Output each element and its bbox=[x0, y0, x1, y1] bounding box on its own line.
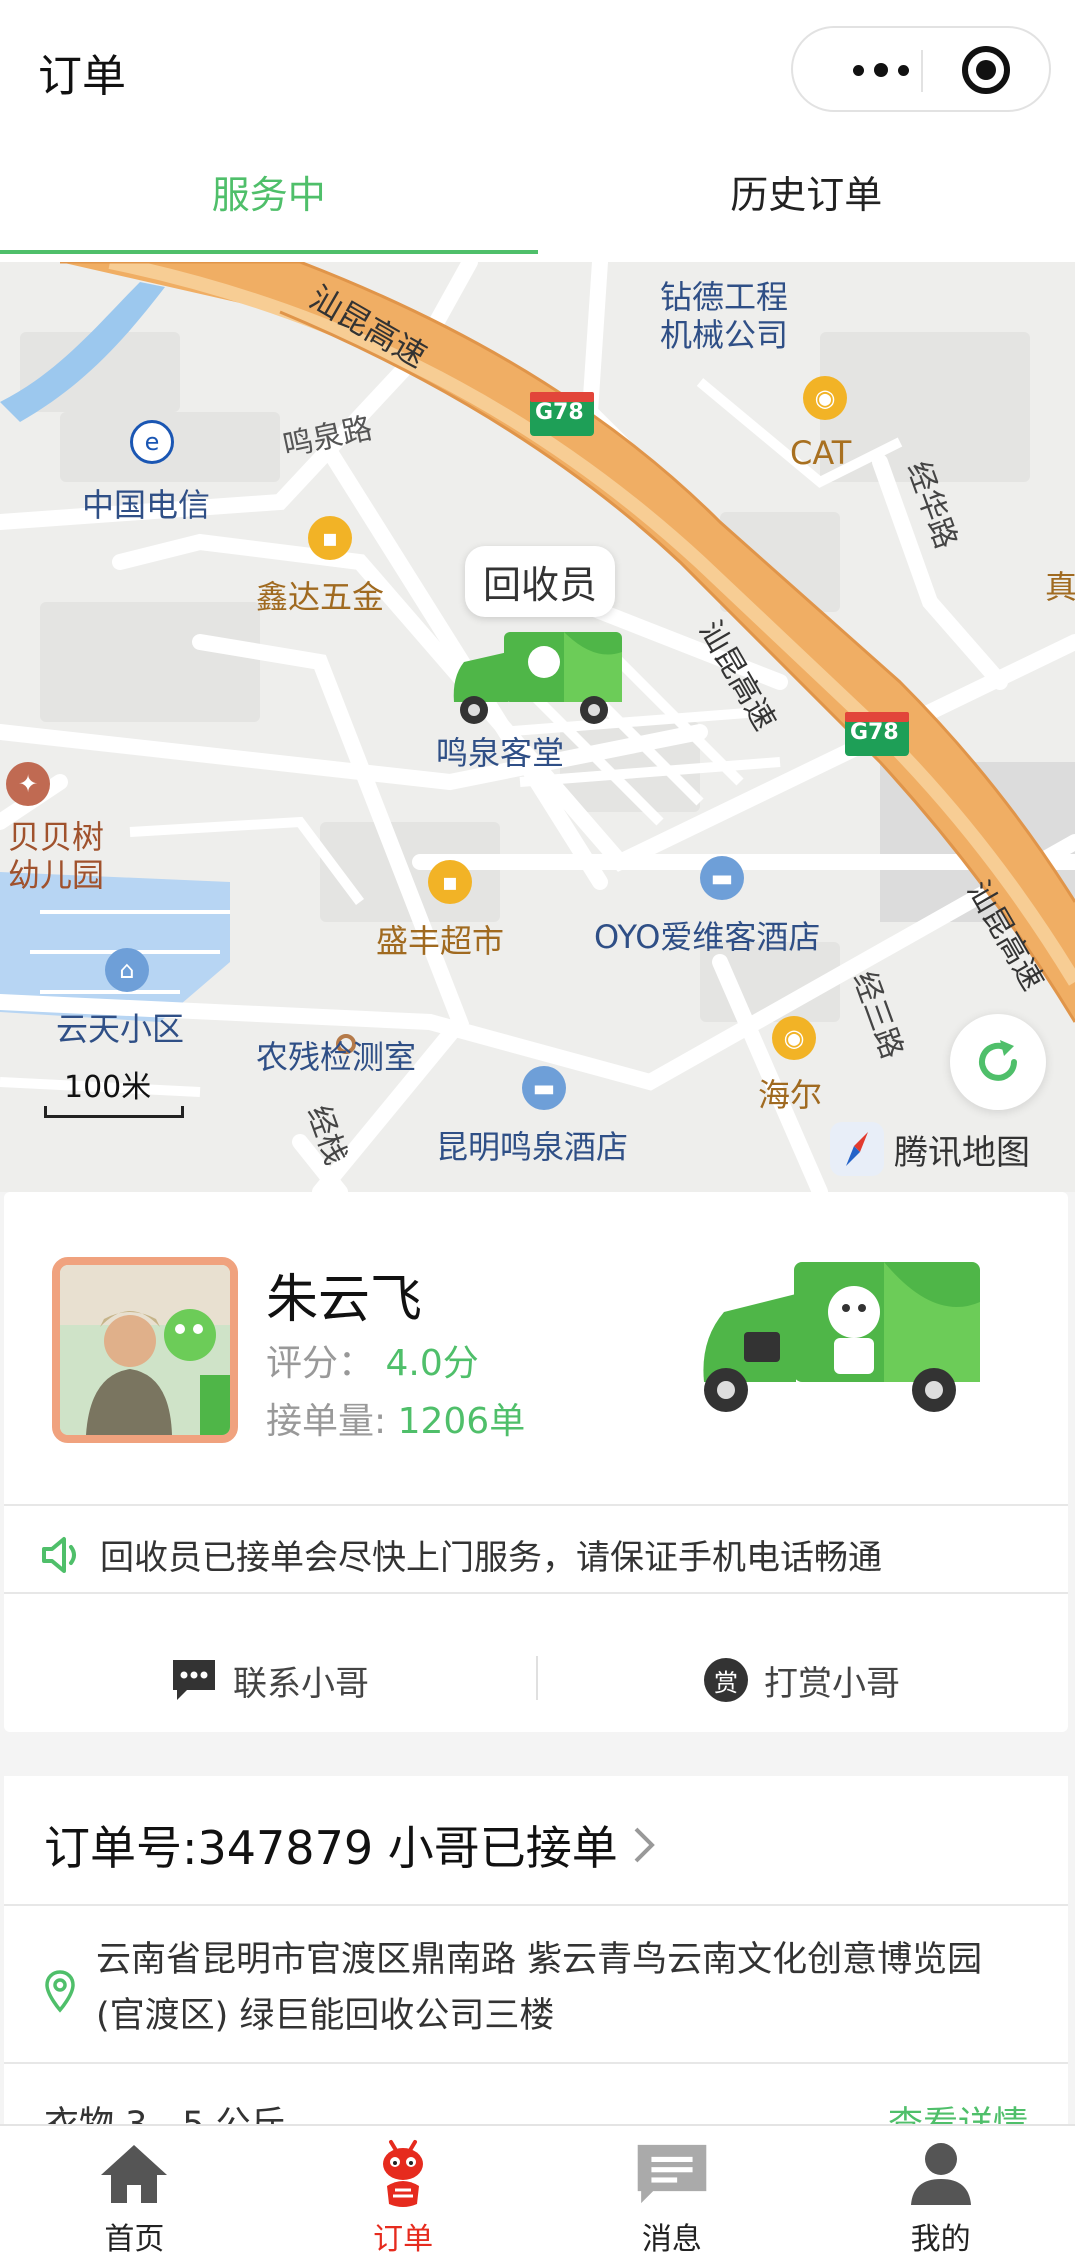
courier-rating: 评分： 4.0分 bbox=[266, 1334, 479, 1386]
supermarket-icon: ▪ bbox=[428, 860, 472, 904]
hotel-icon: ▬ bbox=[700, 856, 744, 900]
tabbar-label-profile: 我的 bbox=[910, 2222, 971, 2257]
map-label-company: 钻德工程 机械公司 bbox=[660, 278, 789, 354]
map-label-residence: 云天小区 bbox=[56, 1010, 185, 1048]
reward-courier-label: 打赏小哥 bbox=[764, 1663, 900, 1704]
shop-icon: ◉ bbox=[803, 376, 847, 420]
courier-actions: 联系小哥 赏 打赏小哥 bbox=[4, 1628, 1068, 1732]
order-address: 云南省昆明市官渡区鼎南路 紫云青鸟云南文化创意博览园(官渡区) 绿巨能回收公司三… bbox=[44, 1932, 1016, 2044]
tab-in-service[interactable]: 服务中 bbox=[0, 140, 538, 262]
speaker-icon bbox=[42, 1536, 76, 1573]
chat-icon bbox=[173, 1660, 215, 1700]
shop-icon-xinda: ▪ bbox=[308, 516, 352, 560]
contact-courier-label: 联系小哥 bbox=[233, 1663, 369, 1704]
chevron-right-icon bbox=[634, 1827, 655, 1863]
tabbar-item-profile[interactable]: 我的 bbox=[806, 2126, 1075, 2264]
rating-value: 4.0分 bbox=[385, 1343, 479, 1384]
home-icon bbox=[98, 2138, 170, 2210]
rating-label: 评分： bbox=[266, 1343, 375, 1384]
courier-card: 朱云飞 评分： 4.0分 接单量: 1206单 回收员已接单会尽快上门服务，请保… bbox=[4, 1192, 1068, 1732]
map-refresh-button[interactable] bbox=[950, 1014, 1046, 1110]
courier-tricycle-marker[interactable] bbox=[444, 622, 626, 730]
courier-orders: 接单量: 1206单 bbox=[266, 1392, 525, 1444]
map-label-g78-b: G78 bbox=[850, 720, 899, 745]
map-view[interactable]: 汕昆高速 汕昆高速 汕昆高速 G78 G78 钻德工程 机械公司 ◉ CAT 经… bbox=[0, 262, 1075, 1192]
tabbar-label-home: 首页 bbox=[104, 2222, 165, 2257]
divider bbox=[4, 1904, 1068, 1906]
map-scale-bar bbox=[44, 1106, 184, 1118]
map-label-xinda: 鑫达五金 bbox=[256, 578, 385, 616]
residence-icon: ⌂ bbox=[105, 948, 149, 992]
navigation-bar: 订单 bbox=[0, 0, 1075, 140]
page-title: 订单 bbox=[38, 51, 126, 102]
map-label-shengfeng: 盛丰超市 bbox=[376, 922, 505, 960]
divider bbox=[4, 1504, 1068, 1506]
refresh-icon bbox=[979, 1040, 1017, 1081]
map-label-cat: CAT bbox=[790, 434, 852, 472]
map-label-edge: 真 bbox=[1045, 568, 1075, 606]
message-icon bbox=[636, 2138, 708, 2210]
map-label-hotel: 昆明鸣泉酒店 bbox=[436, 1128, 629, 1166]
order-tabs: 服务中 历史订单 bbox=[0, 140, 1075, 262]
action-divider bbox=[536, 1656, 538, 1700]
telecom-icon: e bbox=[130, 420, 174, 464]
mini-program-capsule bbox=[791, 26, 1051, 112]
tabbar-item-orders[interactable]: 订单 bbox=[269, 2126, 538, 2264]
notice-bar: 回收员已接单会尽快上门服务，请保证手机电话畅通 bbox=[40, 1530, 882, 1579]
map-brand: 腾讯地图 bbox=[830, 1122, 1030, 1176]
map-brand-label: 腾讯地图 bbox=[894, 1132, 1030, 1173]
recycling-tricycle-illustration bbox=[703, 1262, 980, 1412]
notice-text: 回收员已接单会尽快上门服务，请保证手机电话畅通 bbox=[100, 1538, 882, 1578]
map-label-mingquan-hall: 鸣泉客堂 bbox=[436, 734, 565, 772]
courier-marker-label: 回收员 bbox=[465, 546, 616, 617]
address-text: 云南省昆明市官渡区鼎南路 紫云青鸟云南文化创意博览园(官渡区) 绿巨能回收公司三… bbox=[96, 1940, 983, 2036]
avatar[interactable] bbox=[52, 1257, 238, 1443]
bottom-tab-bar: 首页 订单 消息 我的 bbox=[0, 2124, 1075, 2264]
tabbar-label-orders: 订单 bbox=[373, 2222, 434, 2257]
reward-icon: 赏 bbox=[704, 1658, 748, 1702]
map-label-lab: 农残检测室 bbox=[256, 1038, 417, 1076]
map-scale-label: 100米 bbox=[64, 1070, 152, 1105]
orders-value: 1206单 bbox=[397, 1401, 526, 1442]
user-icon bbox=[905, 2138, 977, 2210]
tabbar-label-messages: 消息 bbox=[641, 2222, 702, 2257]
order-title-row[interactable]: 订单号:347879 小哥已接单 bbox=[44, 1812, 656, 1878]
shop-icon-haier: ◉ bbox=[772, 1016, 816, 1060]
divider bbox=[4, 2062, 1068, 2064]
map-label-telecom: 中国电信 bbox=[82, 486, 211, 524]
courier-name: 朱云飞 bbox=[266, 1270, 423, 1330]
tab-history-orders[interactable]: 历史订单 bbox=[538, 140, 1075, 262]
reward-courier-button[interactable]: 赏 打赏小哥 bbox=[536, 1628, 1068, 1732]
compass-icon bbox=[830, 1122, 884, 1176]
map-label-haier: 海尔 bbox=[758, 1076, 823, 1114]
close-circle-icon[interactable] bbox=[962, 46, 1010, 94]
map-label-oyo: OYO爱维客酒店 bbox=[594, 918, 821, 956]
orders-label: 接单量: bbox=[266, 1401, 387, 1442]
divider bbox=[4, 1592, 1068, 1594]
location-pin-icon bbox=[45, 1970, 75, 2013]
hotel-icon-2: ▬ bbox=[522, 1066, 566, 1110]
map-label-kindergarten: 贝贝树 幼儿园 bbox=[8, 818, 105, 894]
map-label-g78-a: G78 bbox=[535, 400, 584, 425]
capsule-divider bbox=[921, 50, 923, 92]
tabbar-item-home[interactable]: 首页 bbox=[0, 2126, 269, 2264]
contact-courier-button[interactable]: 联系小哥 bbox=[4, 1628, 536, 1732]
kindergarten-icon: ✦ bbox=[6, 762, 50, 806]
ant-mascot-icon bbox=[367, 2138, 439, 2210]
tabbar-item-messages[interactable]: 消息 bbox=[538, 2126, 807, 2264]
more-icon[interactable] bbox=[831, 52, 931, 88]
order-title: 订单号:347879 小哥已接单 bbox=[44, 1821, 618, 1875]
